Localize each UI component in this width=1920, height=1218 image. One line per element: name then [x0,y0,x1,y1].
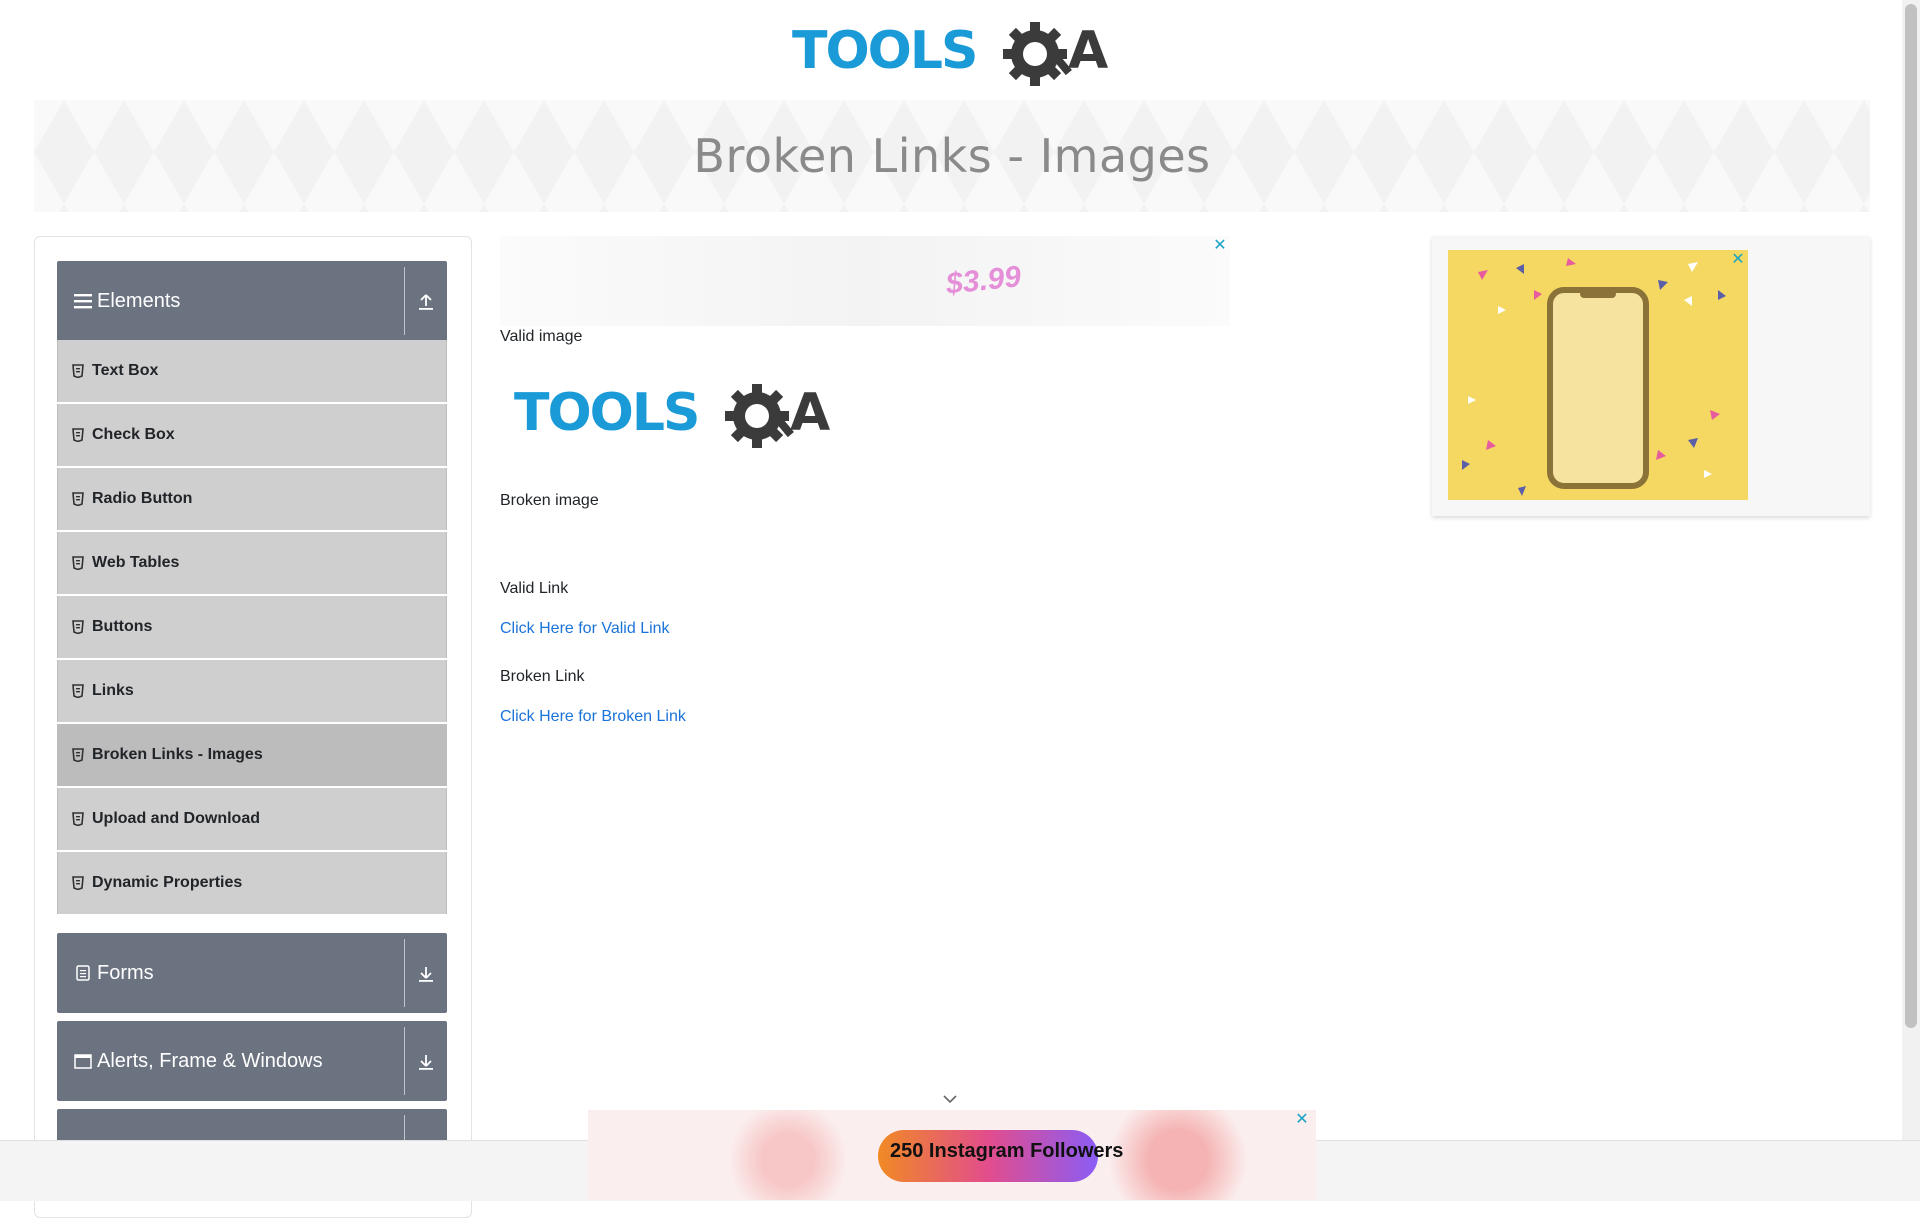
ad-banner-bottom[interactable]: 250 Instagram Followers ✕ [588,1110,1316,1200]
sidebar-item-broken-links-images[interactable]: Broken Links - Images [57,724,447,786]
sidebar-item-label: Radio Button [92,490,193,507]
chevron-down-icon[interactable] [942,1092,958,1106]
group-label: Elements [97,289,181,312]
hamburger-icon [73,291,93,311]
sidebar-item-label: Dynamic Properties [92,874,243,891]
logo-a-text: A [1068,21,1108,81]
broken-image [500,520,516,536]
divider [404,939,405,1007]
page-title: Broken Links - Images [693,129,1211,183]
ad-image[interactable] [1448,250,1748,500]
sidebar-item-label: Check Box [92,426,175,443]
phone-illustration [1462,258,1726,496]
gear-icon [1003,22,1072,86]
ad-banner-right[interactable]: ✕ [1432,236,1870,516]
divider [404,267,405,335]
sidebar-item-label: Buttons [92,618,153,635]
elements-menu-list: Text Box Check Box Radio Button Web Tabl… [57,340,447,916]
close-icon[interactable]: ✕ [1294,1112,1310,1128]
sidebar-item-radio-button[interactable]: Radio Button [57,468,447,530]
divider [404,1027,405,1095]
sidebar-item-label: Upload and Download [92,810,260,827]
gear-icon [725,384,794,448]
close-icon[interactable]: ✕ [1212,238,1228,254]
window-icon [73,1051,93,1071]
sidebar-item-label: Links [92,682,134,699]
html5-icon [72,747,86,763]
valid-image-label: Valid image [500,328,583,345]
sidebar-item-upload-and-download[interactable]: Upload and Download [57,788,447,850]
broken-link-label: Broken Link [500,668,585,685]
logo-tools-text: TOOLS [514,383,698,443]
html5-icon [72,619,86,635]
html5-icon [72,683,86,699]
group-header-alerts-frame-windows[interactable]: Alerts, Frame & Windows [57,1021,447,1101]
expand-down-icon[interactable] [413,961,439,987]
broken-link[interactable]: Click Here for Broken Link [500,708,686,726]
html5-icon [72,491,86,507]
page-banner: Broken Links - Images [34,100,1870,212]
collapse-up-icon[interactable] [413,289,439,315]
valid-link-label: Valid Link [500,580,569,597]
valid-image: TOOLS A [514,383,830,448]
html5-icon [72,363,86,379]
sidebar: Elements Text Box Check Box Radio Button… [34,236,472,1218]
ad-banner-top[interactable]: $3.99 ✕ [500,236,1230,326]
ad-price: $3.99 [944,260,1023,301]
sidebar-item-web-tables[interactable]: Web Tables [57,532,447,594]
html5-icon [72,875,86,891]
html5-icon [72,811,86,827]
sidebar-item-label: Broken Links - Images [92,746,263,763]
close-icon[interactable]: ✕ [1730,252,1746,268]
toolsqa-logo[interactable]: TOOLS A [790,14,1120,94]
logo-a-text: A [790,383,830,443]
broken-image-label: Broken image [500,492,599,509]
sidebar-item-text-box[interactable]: Text Box [57,340,447,402]
ad-bottom-text: 250 Instagram Followers [890,1140,1124,1162]
sidebar-item-label: Web Tables [92,554,180,571]
group-header-elements[interactable]: Elements [57,261,447,341]
sidebar-item-check-box[interactable]: Check Box [57,404,447,466]
group-header-forms[interactable]: Forms [57,933,447,1013]
html5-icon [72,555,86,571]
valid-link[interactable]: Click Here for Valid Link [500,620,670,638]
sidebar-item-links[interactable]: Links [57,660,447,722]
scrollbar-thumb[interactable] [1905,4,1917,1028]
html5-icon [72,427,86,443]
form-icon [73,963,93,983]
group-label: Alerts, Frame & Windows [97,1049,323,1072]
group-label: Forms [97,961,154,984]
sidebar-item-label: Text Box [92,362,159,379]
sidebar-item-buttons[interactable]: Buttons [57,596,447,658]
expand-down-icon[interactable] [413,1049,439,1075]
sidebar-item-dynamic-properties[interactable]: Dynamic Properties [57,852,447,914]
logo-tools-text: TOOLS [792,21,976,81]
